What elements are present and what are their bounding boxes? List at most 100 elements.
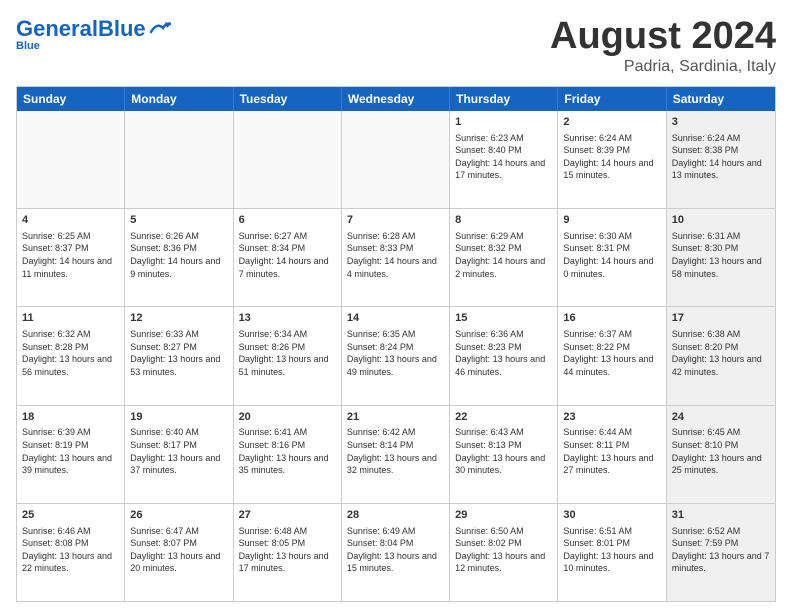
- page: GeneralBlue Blue August 2024 Padria, Sar…: [0, 0, 792, 612]
- cal-cell-4-2: 19Sunrise: 6:40 AM Sunset: 8:17 PM Dayli…: [125, 406, 233, 503]
- cal-cell-5-3: 27 Sunrise: 6:48 AM Sunset: 8:05 PM Dayli…: [234, 504, 342, 601]
- cal-row-3: 11 Sunrise: 6:32 AM Sunset: 8:28 PM Dayli…: [17, 306, 775, 404]
- cal-cell-5-7: 31Sunrise: 6:52 AM Sunset: 7:59 PM Dayli…: [667, 504, 775, 601]
- day-number: 1: [455, 115, 552, 130]
- day-number: 10: [672, 213, 770, 228]
- cal-cell-4-5: 22Sunrise: 6:43 AM Sunset: 8:13 PM Dayli…: [450, 406, 558, 503]
- day-info: Sunrise: 6:51 AM Sunset: 8:01 PM Dayligh…: [563, 525, 660, 575]
- day-number: 18: [22, 410, 119, 425]
- day-info: Sunrise: 6:29 AM Sunset: 8:32 PM Dayligh…: [455, 230, 552, 280]
- day-info: Sunrise: 6:28 AM Sunset: 8:33 PM Dayligh…: [347, 230, 444, 280]
- day-number: 7: [347, 213, 444, 228]
- day-number: 9: [563, 213, 660, 228]
- cal-cell-1-5: 1 Sunrise: 6:23 AM Sunset: 8:40 PM Daylig…: [450, 111, 558, 208]
- day-info: Sunrise: 6:23 AM Sunset: 8:40 PM Dayligh…: [455, 132, 552, 182]
- cal-cell-1-2: [125, 111, 233, 208]
- day-number: 16: [563, 311, 660, 326]
- day-info: Sunrise: 6:41 AM Sunset: 8:16 PM Dayligh…: [239, 426, 336, 476]
- cal-cell-1-4: [342, 111, 450, 208]
- logo-text: GeneralBlue: [16, 16, 146, 42]
- cal-cell-4-6: 23Sunrise: 6:44 AM Sunset: 8:11 PM Dayli…: [558, 406, 666, 503]
- day-number: 20: [239, 410, 336, 425]
- cal-cell-5-6: 30 Sunrise: 6:51 AM Sunset: 8:01 PM Dayli…: [558, 504, 666, 601]
- cal-row-4: 18Sunrise: 6:39 AM Sunset: 8:19 PM Dayli…: [17, 405, 775, 503]
- day-info: Sunrise: 6:52 AM Sunset: 7:59 PM Dayligh…: [672, 525, 770, 575]
- cal-cell-1-6: 2 Sunrise: 6:24 AM Sunset: 8:39 PM Daylig…: [558, 111, 666, 208]
- cal-row-5: 25Sunrise: 6:46 AM Sunset: 8:08 PM Dayli…: [17, 503, 775, 601]
- logo-icon: [149, 20, 171, 36]
- day-info: Sunrise: 6:34 AM Sunset: 8:26 PM Dayligh…: [239, 328, 336, 378]
- day-info: Sunrise: 6:32 AM Sunset: 8:28 PM Dayligh…: [22, 328, 119, 378]
- day-number: 12: [130, 311, 227, 326]
- day-info: Sunrise: 6:45 AM Sunset: 8:10 PM Dayligh…: [672, 426, 770, 476]
- calendar-body: 1 Sunrise: 6:23 AM Sunset: 8:40 PM Daylig…: [17, 111, 775, 601]
- title-block: August 2024 Padria, Sardinia, Italy: [550, 16, 776, 76]
- day-number: 17: [672, 311, 770, 326]
- cal-cell-2-3: 6 Sunrise: 6:27 AM Sunset: 8:34 PM Daylig…: [234, 209, 342, 306]
- logo-subtitle: Blue: [16, 40, 40, 52]
- day-info: Sunrise: 6:39 AM Sunset: 8:19 PM Dayligh…: [22, 426, 119, 476]
- day-info: Sunrise: 6:50 AM Sunset: 8:02 PM Dayligh…: [455, 525, 552, 575]
- day-info: Sunrise: 6:27 AM Sunset: 8:34 PM Dayligh…: [239, 230, 336, 280]
- header: GeneralBlue Blue August 2024 Padria, Sar…: [16, 16, 776, 76]
- day-number: 29: [455, 508, 552, 523]
- cal-cell-1-7: 3 Sunrise: 6:24 AM Sunset: 8:38 PM Daylig…: [667, 111, 775, 208]
- cal-cell-4-4: 21Sunrise: 6:42 AM Sunset: 8:14 PM Dayli…: [342, 406, 450, 503]
- day-number: 23: [563, 410, 660, 425]
- day-info: Sunrise: 6:37 AM Sunset: 8:22 PM Dayligh…: [563, 328, 660, 378]
- cal-cell-5-4: 28Sunrise: 6:49 AM Sunset: 8:04 PM Dayli…: [342, 504, 450, 601]
- cal-cell-2-1: 4 Sunrise: 6:25 AM Sunset: 8:37 PM Daylig…: [17, 209, 125, 306]
- day-number: 8: [455, 213, 552, 228]
- day-number: 27: [239, 508, 336, 523]
- day-number: 26: [130, 508, 227, 523]
- day-number: 30: [563, 508, 660, 523]
- header-monday: Monday: [125, 87, 233, 111]
- logo-part2: Blue: [98, 16, 146, 41]
- cal-cell-1-3: [234, 111, 342, 208]
- calendar: Sunday Monday Tuesday Wednesday Thursday…: [16, 86, 776, 602]
- cal-row-2: 4 Sunrise: 6:25 AM Sunset: 8:37 PM Daylig…: [17, 208, 775, 306]
- day-info: Sunrise: 6:36 AM Sunset: 8:23 PM Dayligh…: [455, 328, 552, 378]
- cal-cell-3-1: 11 Sunrise: 6:32 AM Sunset: 8:28 PM Dayli…: [17, 307, 125, 404]
- day-number: 14: [347, 311, 444, 326]
- header-friday: Friday: [558, 87, 666, 111]
- cal-cell-3-7: 17 Sunrise: 6:38 AM Sunset: 8:20 PM Dayli…: [667, 307, 775, 404]
- day-number: 3: [672, 115, 770, 130]
- day-info: Sunrise: 6:26 AM Sunset: 8:36 PM Dayligh…: [130, 230, 227, 280]
- cal-cell-5-1: 25Sunrise: 6:46 AM Sunset: 8:08 PM Dayli…: [17, 504, 125, 601]
- day-info: Sunrise: 6:35 AM Sunset: 8:24 PM Dayligh…: [347, 328, 444, 378]
- day-number: 4: [22, 213, 119, 228]
- cal-cell-3-2: 12 Sunrise: 6:33 AM Sunset: 8:27 PM Dayli…: [125, 307, 233, 404]
- day-info: Sunrise: 6:42 AM Sunset: 8:14 PM Dayligh…: [347, 426, 444, 476]
- cal-cell-1-1: [17, 111, 125, 208]
- cal-cell-2-7: 10 Sunrise: 6:31 AM Sunset: 8:30 PM Dayli…: [667, 209, 775, 306]
- day-number: 6: [239, 213, 336, 228]
- logo-part1: General: [16, 16, 98, 41]
- day-info: Sunrise: 6:25 AM Sunset: 8:37 PM Dayligh…: [22, 230, 119, 280]
- day-info: Sunrise: 6:48 AM Sunset: 8:05 PM Dayligh…: [239, 525, 336, 575]
- cal-cell-2-4: 7 Sunrise: 6:28 AM Sunset: 8:33 PM Daylig…: [342, 209, 450, 306]
- day-info: Sunrise: 6:31 AM Sunset: 8:30 PM Dayligh…: [672, 230, 770, 280]
- header-tuesday: Tuesday: [234, 87, 342, 111]
- cal-cell-4-3: 20Sunrise: 6:41 AM Sunset: 8:16 PM Dayli…: [234, 406, 342, 503]
- cal-cell-5-5: 29 Sunrise: 6:50 AM Sunset: 8:02 PM Dayli…: [450, 504, 558, 601]
- header-saturday: Saturday: [667, 87, 775, 111]
- cal-cell-2-5: 8 Sunrise: 6:29 AM Sunset: 8:32 PM Daylig…: [450, 209, 558, 306]
- cal-row-1: 1 Sunrise: 6:23 AM Sunset: 8:40 PM Daylig…: [17, 111, 775, 208]
- day-info: Sunrise: 6:38 AM Sunset: 8:20 PM Dayligh…: [672, 328, 770, 378]
- cal-cell-3-5: 15Sunrise: 6:36 AM Sunset: 8:23 PM Dayli…: [450, 307, 558, 404]
- day-number: 24: [672, 410, 770, 425]
- header-thursday: Thursday: [450, 87, 558, 111]
- header-wednesday: Wednesday: [342, 87, 450, 111]
- day-number: 28: [347, 508, 444, 523]
- day-info: Sunrise: 6:30 AM Sunset: 8:31 PM Dayligh…: [563, 230, 660, 280]
- day-number: 19: [130, 410, 227, 425]
- day-number: 2: [563, 115, 660, 130]
- day-number: 5: [130, 213, 227, 228]
- cal-cell-3-3: 13Sunrise: 6:34 AM Sunset: 8:26 PM Dayli…: [234, 307, 342, 404]
- day-info: Sunrise: 6:24 AM Sunset: 8:39 PM Dayligh…: [563, 132, 660, 182]
- day-number: 11: [22, 311, 119, 326]
- header-sunday: Sunday: [17, 87, 125, 111]
- day-info: Sunrise: 6:24 AM Sunset: 8:38 PM Dayligh…: [672, 132, 770, 182]
- day-info: Sunrise: 6:33 AM Sunset: 8:27 PM Dayligh…: [130, 328, 227, 378]
